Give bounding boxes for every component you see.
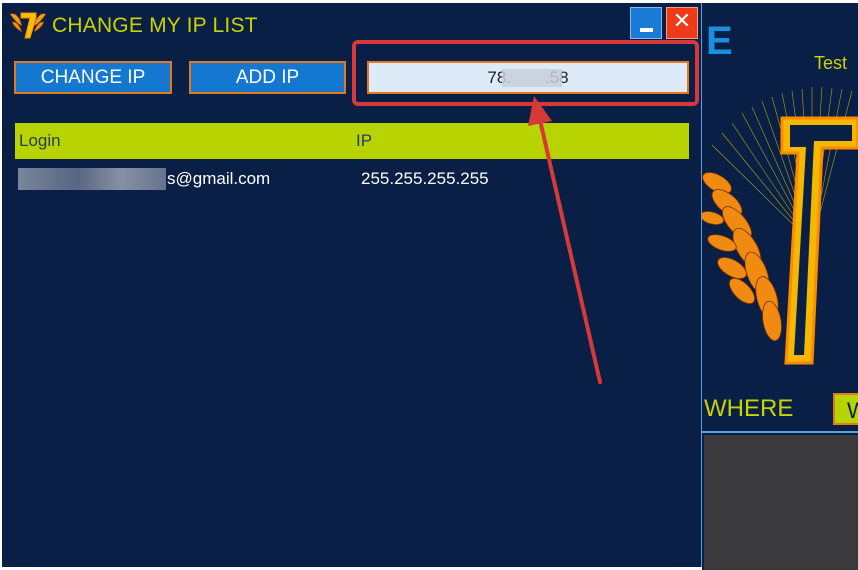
window-title: CHANGE MY IP LIST — [52, 14, 258, 37]
background-panel — [704, 435, 858, 570]
close-icon: ✕ — [672, 9, 692, 34]
column-header-ip[interactable]: IP — [356, 131, 372, 151]
redaction-blur — [18, 168, 166, 190]
annotation-highlight-box — [352, 40, 699, 106]
background-logo-art — [702, 86, 858, 365]
background-button[interactable]: W — [833, 393, 858, 425]
column-header-login[interactable]: Login — [19, 131, 61, 151]
background-divider — [702, 431, 858, 433]
table-row[interactable]: s@gmail.com 255.255.255.255 — [15, 166, 689, 194]
close-button[interactable]: ✕ — [666, 7, 698, 39]
background-app-window: E Test WHERE W — [702, 3, 858, 570]
ip-cell: 255.255.255.255 — [361, 169, 489, 188]
add-ip-button[interactable]: ADD IP — [189, 61, 346, 94]
table-header: Login IP — [15, 123, 689, 159]
minimize-icon — [640, 28, 653, 32]
minimize-button[interactable] — [630, 7, 662, 39]
winged-seven-logo-icon — [9, 12, 47, 39]
title-bar[interactable]: CHANGE MY IP LIST ✕ — [2, 3, 702, 45]
background-heading-fragment: E — [706, 19, 733, 63]
background-where-label: WHERE — [704, 395, 794, 422]
change-ip-button[interactable]: CHANGE IP — [14, 61, 172, 94]
